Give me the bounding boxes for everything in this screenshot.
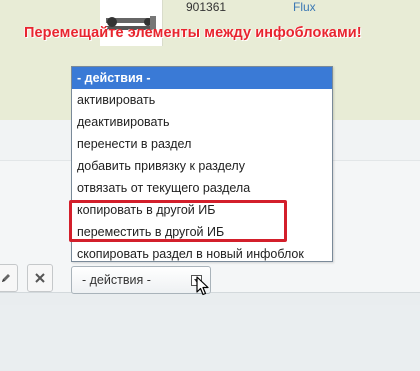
option-actions[interactable]: - действия -	[72, 67, 332, 89]
product-id: 901361	[186, 0, 227, 14]
actions-select-value: - действия -	[82, 273, 151, 287]
mouse-cursor-icon	[196, 276, 209, 296]
option-copy-section-new-iblock[interactable]: скопировать раздел в новый инфоблок	[72, 243, 332, 265]
highlight-frame	[69, 200, 287, 242]
option-unlink-section[interactable]: отвязать от текущего раздела	[72, 177, 332, 199]
option-activate[interactable]: активировать	[72, 89, 332, 111]
banner-message: Перемещайте элементы между инфоблоками!	[24, 25, 362, 41]
actions-select[interactable]: - действия -	[71, 266, 211, 294]
option-move-to-section[interactable]: перенести в раздел	[72, 133, 332, 155]
edit-button[interactable]	[0, 264, 18, 292]
option-deactivate[interactable]: деактивировать	[72, 111, 332, 133]
product-brand-link[interactable]: Flux	[293, 0, 316, 14]
close-icon	[35, 273, 45, 283]
option-add-section-link[interactable]: добавить привязку к разделу	[72, 155, 332, 177]
delete-button[interactable]	[27, 264, 53, 292]
footer-panel-inner	[0, 305, 420, 370]
pencil-icon	[2, 274, 10, 282]
